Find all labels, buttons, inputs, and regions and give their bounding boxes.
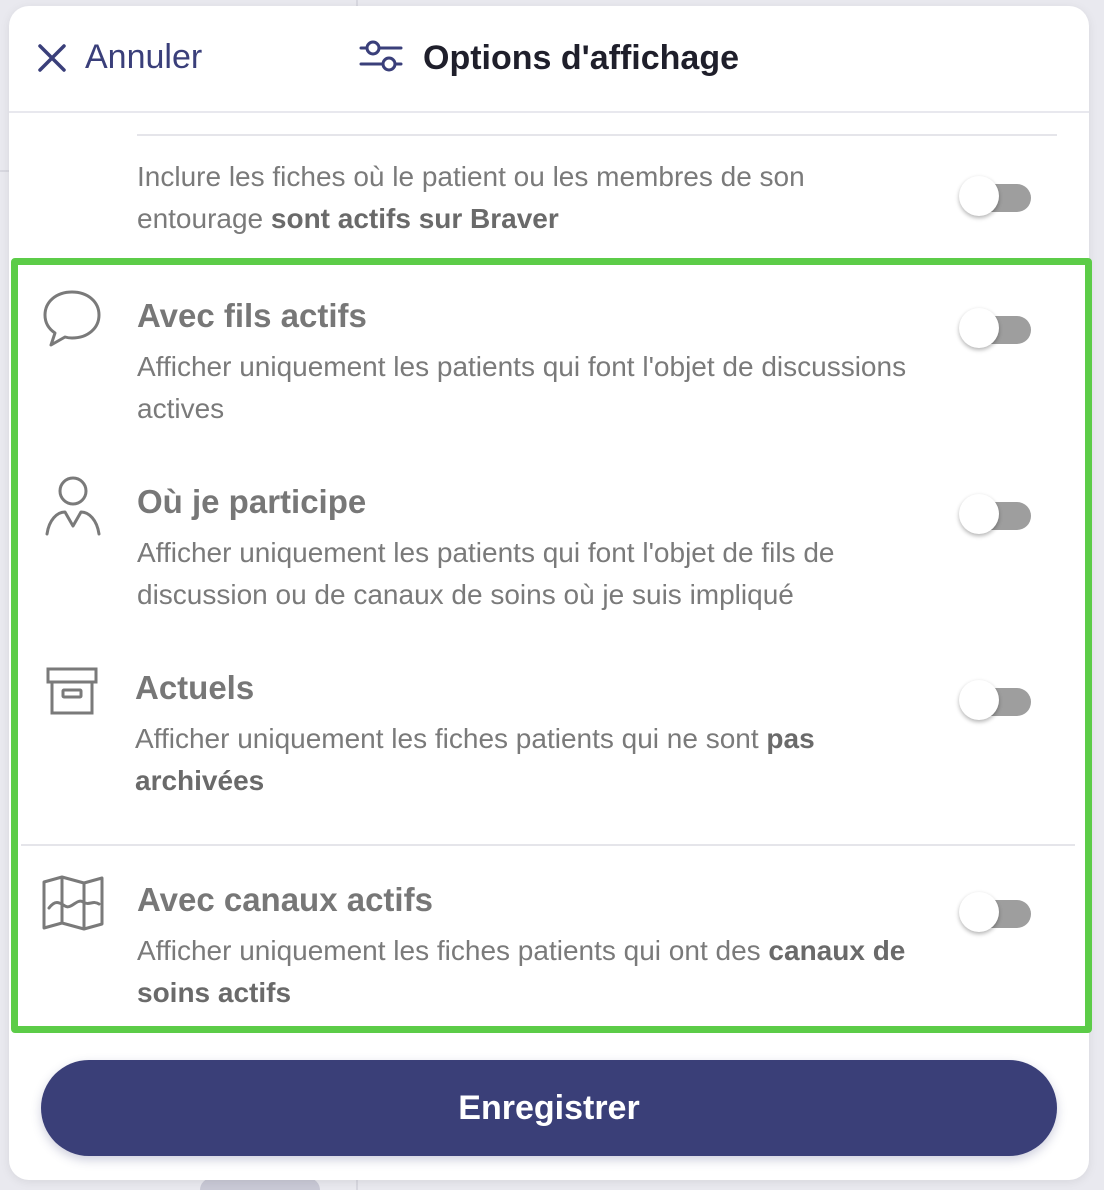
modal-title-group: Options d'affichage: [359, 38, 739, 79]
option-row-active-on-braver: Inclure les fiches où le patient ou les …: [9, 136, 1089, 256]
person-icon: [43, 474, 103, 545]
option-title: Actuels: [135, 669, 255, 706]
current-toggle[interactable]: [959, 680, 1031, 720]
option-description: Afficher uniquement les patients qui fon…: [137, 351, 907, 424]
toggle-knob: [959, 494, 999, 534]
option-title: Avec canaux actifs: [137, 881, 433, 918]
cancel-label: Annuler: [85, 38, 203, 76]
option-description: Afficher uniquement les fiches patients …: [137, 935, 906, 1008]
toggle-knob: [959, 176, 999, 216]
display-options-modal: Annuler Options d'affichage Inclure les …: [9, 6, 1089, 1180]
archive-box-icon: [45, 666, 99, 721]
option-row-active-channels: Avec canaux actifs Afficher uniquement l…: [9, 872, 1089, 1022]
option-row-active-threads: Avec fils actifs Afficher uniquement les…: [9, 288, 1089, 438]
participating-toggle[interactable]: [959, 494, 1031, 534]
toggle-knob: [959, 680, 999, 720]
toggle-knob: [959, 892, 999, 932]
divider: [21, 844, 1075, 846]
option-description: Afficher uniquement les fiches patients …: [135, 723, 815, 796]
option-row-current: Actuels Afficher uniquement les fiches p…: [9, 660, 1089, 810]
option-title: Avec fils actifs: [137, 297, 367, 334]
option-description: Afficher uniquement les patients qui fon…: [137, 537, 835, 610]
active-channels-toggle[interactable]: [959, 892, 1031, 932]
modal-header: Annuler Options d'affichage: [9, 6, 1089, 113]
option-description: Inclure les fiches où le patient ou les …: [137, 161, 805, 234]
speech-bubble-icon: [41, 288, 103, 355]
toggle-knob: [959, 308, 999, 348]
active-on-braver-toggle[interactable]: [959, 176, 1031, 216]
close-icon: [35, 41, 69, 75]
cancel-button[interactable]: Annuler: [35, 38, 202, 77]
save-button[interactable]: Enregistrer: [41, 1060, 1057, 1156]
option-title: Où je participe: [137, 483, 367, 520]
sliders-icon: [359, 38, 403, 79]
option-row-participating: Où je participe Afficher uniquement les …: [9, 474, 1089, 624]
map-icon: [41, 874, 105, 937]
active-threads-toggle[interactable]: [959, 308, 1031, 348]
modal-title: Options d'affichage: [423, 39, 739, 77]
